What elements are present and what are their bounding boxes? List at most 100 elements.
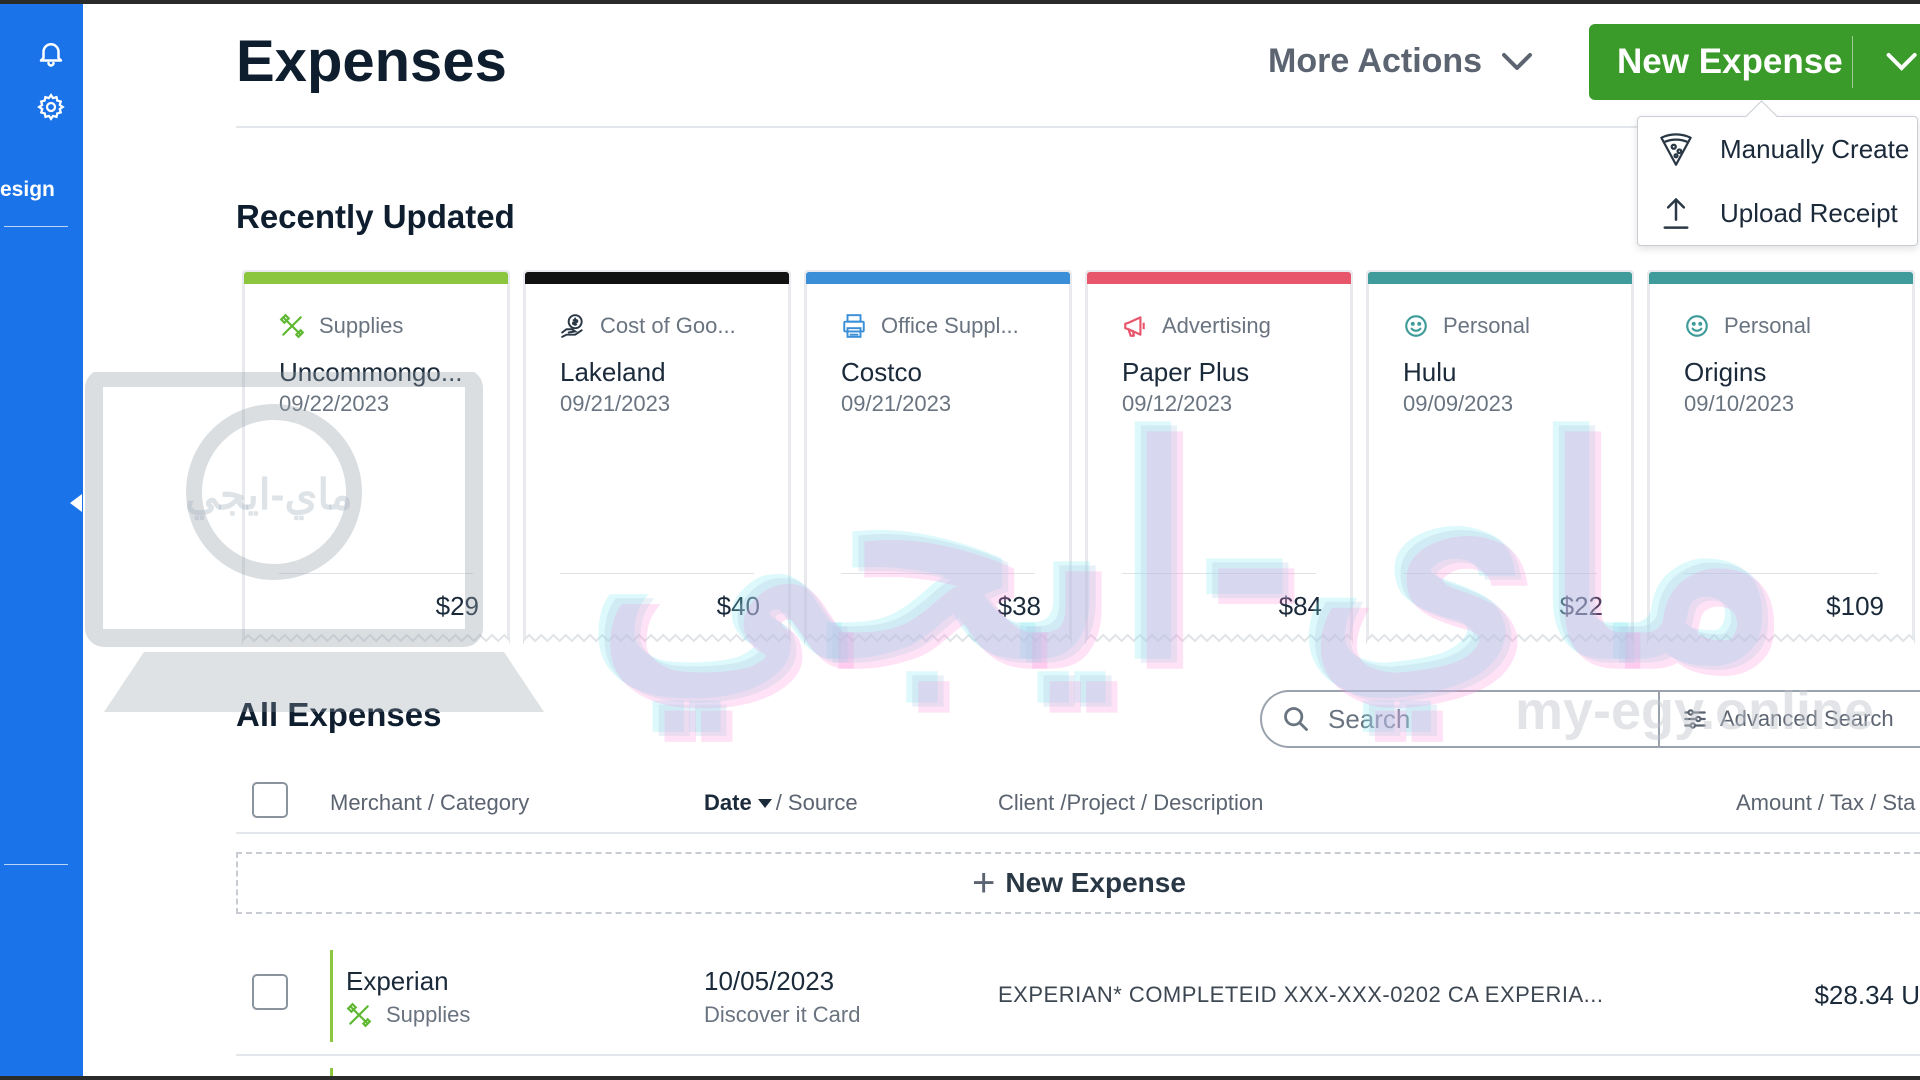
row-category-label: Supplies (386, 1002, 471, 1027)
category-color-bar (806, 272, 1070, 284)
card-divider (841, 573, 1035, 574)
search-bar: Advanced Search (1260, 690, 1920, 748)
table-header: Merchant / Category Date / Source Client … (236, 772, 1920, 834)
receipt-torn-edge (804, 633, 1072, 644)
card-amount: $38 (997, 591, 1041, 621)
row-checkbox[interactable] (252, 974, 288, 1010)
window-bottom-border (0, 1076, 1920, 1080)
column-merchant-category[interactable]: Merchant / Category (330, 790, 529, 816)
receipt-torn-edge (523, 633, 791, 644)
card-category-label: Supplies (319, 313, 404, 338)
new-expense-button-label: New Expense (1617, 42, 1843, 81)
page-title: Expenses (236, 29, 507, 94)
card-date: 09/10/2023 (1684, 391, 1795, 416)
card-date: 09/09/2023 (1403, 391, 1514, 416)
card-amount: $84 (1278, 591, 1322, 621)
sidebar-divider (4, 226, 68, 227)
card-amount: $29 (435, 591, 479, 621)
receipt-torn-edge (1366, 633, 1634, 644)
row-category: Supplies (346, 1002, 470, 1028)
recent-expense-card[interactable]: Personal Hulu 09/09/2023 $22 (1366, 270, 1634, 644)
card-divider (1403, 573, 1597, 574)
more-actions-button[interactable]: More Actions (1268, 42, 1534, 81)
chevron-down-icon[interactable] (1853, 51, 1920, 73)
column-amount-tax-status[interactable]: Amount / Tax / Sta (1736, 790, 1915, 816)
card-amount: $109 (1826, 591, 1884, 621)
card-merchant: Costco (841, 357, 922, 387)
category-color-bar (244, 272, 508, 284)
manually-create-label: Manually Create (1720, 133, 1910, 164)
gear-icon[interactable] (36, 92, 66, 122)
manually-create-menu-item[interactable]: Manually Create (1638, 117, 1917, 181)
receipt-torn-edge (1647, 633, 1915, 644)
card-divider (279, 573, 473, 574)
card-merchant: Uncommongo... (279, 357, 463, 387)
column-client-project-description[interactable]: Client /Project / Description (998, 790, 1263, 816)
category-color-bar (1087, 272, 1351, 284)
card-category: Office Suppl... (841, 313, 1019, 339)
smiley-icon (1686, 315, 1708, 337)
recent-expense-card[interactable]: Personal Origins 09/10/2023 $109 (1647, 270, 1915, 644)
card-category: Advertising (1122, 313, 1271, 339)
tools-icon (346, 1002, 372, 1028)
table-row[interactable]: Experian Supplies 10/05/2023 Discover it… (236, 936, 1920, 1056)
category-color-bar (1368, 272, 1632, 284)
bell-icon[interactable] (36, 38, 66, 68)
new-expense-row-button[interactable]: + New Expense (236, 852, 1920, 914)
row-amount: $28.34 U (1814, 980, 1920, 1010)
category-color-bar (525, 272, 789, 284)
recently-updated-title: Recently Updated (236, 198, 515, 235)
card-category-label: Office Suppl... (881, 313, 1019, 338)
chevron-down-icon (1502, 52, 1533, 70)
card-category: Personal (1403, 313, 1530, 339)
sidebar: esign (0, 4, 83, 1076)
card-category: Personal (1684, 313, 1811, 339)
search-input[interactable] (1326, 702, 1630, 736)
card-date: 09/21/2023 (841, 391, 952, 416)
recent-expense-card[interactable]: Office Suppl... Costco 09/21/2023 $38 (804, 270, 1072, 644)
card-merchant: Paper Plus (1122, 357, 1250, 387)
advanced-search-label: Advanced Search (1720, 706, 1894, 731)
upload-receipt-menu-item[interactable]: Upload Receipt (1638, 181, 1917, 245)
smiley-icon (1405, 315, 1427, 337)
card-amount: $40 (716, 591, 760, 621)
date-sort-label: Date (704, 790, 752, 815)
select-all-checkbox[interactable] (252, 782, 288, 818)
plus-icon: + (972, 861, 996, 905)
upload-icon (1663, 198, 1689, 229)
card-date: 09/12/2023 (1122, 391, 1233, 416)
row-description: EXPERIAN* COMPLETEID XXX-XXX-0202 CA EXP… (998, 982, 1604, 1007)
recent-expense-card[interactable]: Cost of Goo... Lakeland 09/21/2023 $40 (523, 270, 791, 644)
recent-expense-card[interactable]: Supplies Uncommongo... 09/22/2023 $29 (242, 270, 510, 644)
upload-receipt-label: Upload Receipt (1720, 197, 1898, 228)
more-actions-label: More Actions (1268, 42, 1483, 80)
sort-caret-icon (757, 798, 772, 808)
window-top-border (0, 0, 1920, 4)
receipt-torn-edge (242, 633, 510, 644)
card-category: Supplies (279, 313, 403, 339)
card-merchant: Origins (1684, 357, 1767, 387)
sidebar-item-esign[interactable]: esign (0, 178, 55, 202)
column-date-source[interactable]: Date / Source (704, 790, 858, 816)
advanced-search-button[interactable]: Advanced Search (1660, 706, 1894, 732)
tools-icon (279, 313, 305, 339)
card-divider (1684, 573, 1878, 574)
card-date: 09/21/2023 (560, 391, 671, 416)
card-divider (560, 573, 754, 574)
all-expenses-title: All Expenses (236, 696, 442, 733)
recent-expense-card[interactable]: Advertising Paper Plus 09/12/2023 $84 (1085, 270, 1353, 644)
card-category: Cost of Goo... (560, 313, 736, 339)
source-label: / Source (775, 790, 858, 815)
card-amount: $22 (1559, 591, 1603, 621)
new-expense-dropdown: Manually Create Upload Receipt (1637, 116, 1918, 246)
card-date: 09/22/2023 (279, 391, 390, 416)
receipt-torn-edge (1085, 633, 1353, 644)
header-divider (236, 126, 1666, 128)
category-accent-bar (330, 1068, 333, 1076)
new-expense-button[interactable]: New Expense (1589, 24, 1920, 100)
sidebar-divider (4, 864, 68, 865)
pizza-slice-icon (1660, 133, 1692, 166)
card-merchant: Hulu (1403, 357, 1457, 387)
sidebar-collapse-arrow-icon[interactable] (70, 494, 82, 512)
recent-cards: Supplies Uncommongo... 09/22/2023 $29 Co… (236, 270, 1920, 644)
